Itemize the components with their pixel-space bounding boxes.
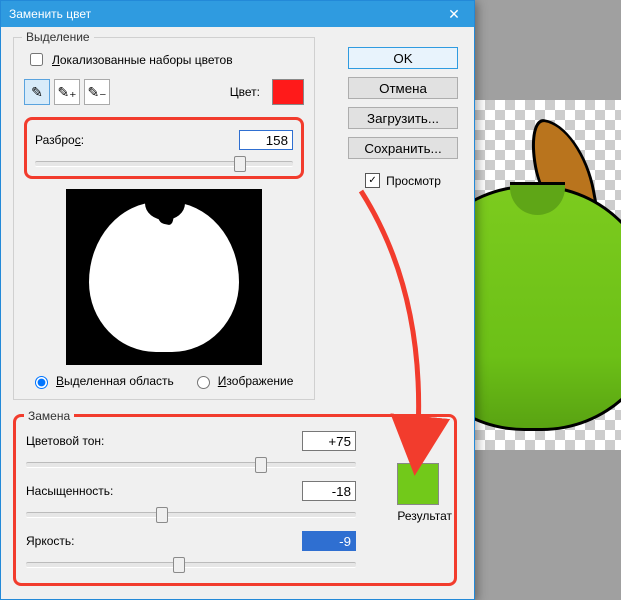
close-icon[interactable]: ✕	[434, 1, 474, 27]
saturation-slider[interactable]	[26, 505, 356, 523]
dialog-titlebar[interactable]: Заменить цвет ✕	[1, 1, 474, 27]
preview-mode-radios: Выделенная область Изображение	[30, 373, 304, 389]
result-color-swatch[interactable]	[397, 463, 439, 505]
dialog-title: Заменить цвет	[9, 7, 434, 21]
radio-selection[interactable]: Выделенная область	[30, 373, 174, 389]
replace-color-dialog: Заменить цвет ✕ OK Отмена Загрузить... С…	[0, 0, 475, 600]
hue-input[interactable]	[302, 431, 356, 451]
saturation-label: Насыщенность:	[26, 484, 113, 498]
saturation-input[interactable]	[302, 481, 356, 501]
fuzziness-slider[interactable]	[35, 154, 293, 172]
selection-legend: Выделение	[22, 30, 94, 44]
color-label: Цвет:	[230, 85, 260, 99]
eyedropper-icon[interactable]: ✎	[24, 79, 50, 105]
hue-label: Цветовой тон:	[26, 434, 104, 448]
slider-thumb[interactable]	[156, 507, 168, 523]
fuzziness-input[interactable]	[239, 130, 293, 150]
source-color-swatch[interactable]	[272, 79, 304, 105]
localized-colors-input[interactable]	[30, 53, 43, 66]
selection-preview	[66, 189, 262, 365]
lightness-label: Яркость:	[26, 534, 74, 548]
mask-shape	[89, 202, 239, 352]
eyedropper-minus-icon[interactable]: ✎₋	[84, 79, 110, 105]
slider-thumb[interactable]	[234, 156, 246, 172]
fuzziness-label: Разброс:	[35, 133, 84, 147]
result-label: Результат	[397, 509, 452, 523]
fuzziness-callout: Разброс:	[24, 117, 304, 179]
radio-image[interactable]: Изображение	[192, 373, 294, 389]
localized-colors-checkbox[interactable]: Локализованные наборы цветов	[26, 50, 304, 69]
hue-slider[interactable]	[26, 455, 356, 473]
selection-fieldset: Выделение Локализованные наборы цветов ✎…	[13, 37, 315, 400]
lightness-slider[interactable]	[26, 555, 356, 573]
replacement-fieldset: Замена Цветовой тон: Насыщенность:	[13, 414, 457, 586]
eyedropper-plus-icon[interactable]: ✎₊	[54, 79, 80, 105]
slider-thumb[interactable]	[255, 457, 267, 473]
lightness-input[interactable]	[302, 531, 356, 551]
result-swatch-block: Результат	[397, 463, 452, 523]
replacement-legend: Замена	[24, 409, 74, 423]
slider-thumb[interactable]	[173, 557, 185, 573]
localized-colors-label: Локализованные наборы цветов	[52, 53, 233, 67]
eyedropper-tools: ✎ ✎₊ ✎₋ Цвет:	[24, 79, 304, 105]
document-canvas	[475, 0, 621, 600]
